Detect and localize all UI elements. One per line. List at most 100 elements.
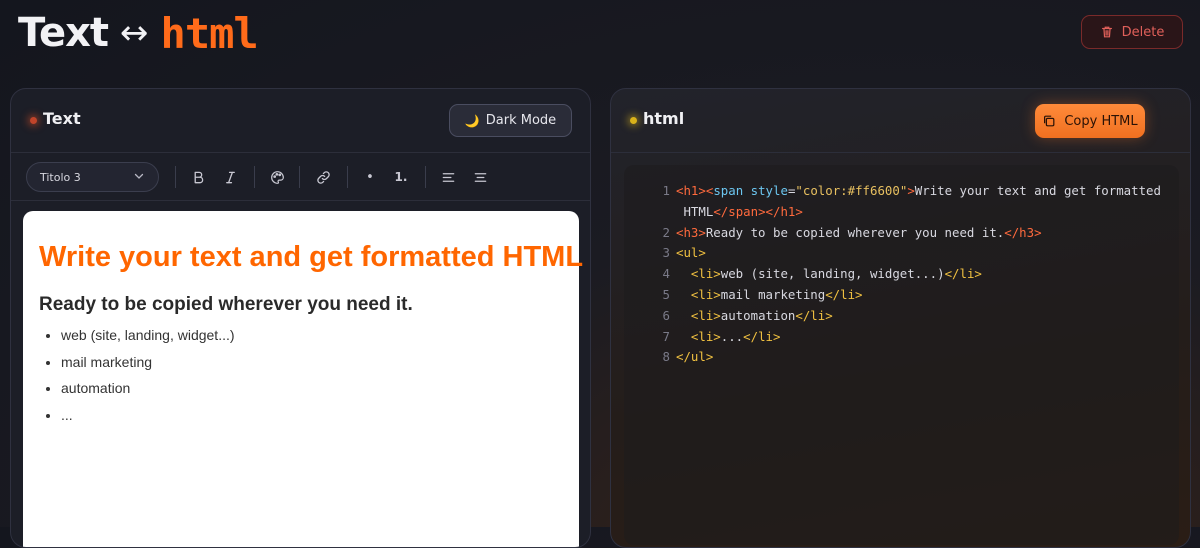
code-token: span [713,183,744,198]
code-content: <h3>Ready to be copied wherever you need… [676,225,1042,240]
code-token: HTML [676,203,714,219]
code-content: <li>...</li> [676,328,781,344]
code-content: <li>web (site, landing, widget...)</li> [676,266,982,281]
code-token: automation [720,307,796,323]
code-token: </li> [944,266,982,282]
code-token: Ready to be copied wherever you need it. [705,224,1005,240]
code-token: <h3> [676,224,706,240]
code-content: <li>mail marketing</li> [676,287,863,302]
code-content: <li>automation</li> [676,308,833,323]
code-token: </span> [713,203,766,219]
delete-label: Delete [1121,24,1165,40]
bullet-list-button[interactable]: • [360,167,380,187]
bold-button[interactable] [188,167,208,187]
list-item: mail marketing [61,353,235,380]
editor-list: web (site, landing, widget...) mail mark… [39,326,235,432]
code-token: </h3> [1004,224,1042,240]
code-token: </li> [743,328,781,344]
align-center-button[interactable] [470,167,490,187]
trash-icon [1101,26,1112,38]
code-token: "color:#ff6600" [795,183,908,198]
logo-text: Text [18,10,109,56]
code-content: <ul> [676,245,706,260]
app-logo: Text ↔ html [18,8,259,58]
align-left-button[interactable] [438,167,458,187]
toolbar-divider [425,166,426,188]
code-content: </ul> [676,349,713,364]
dark-mode-button[interactable]: 🌙 Dark Mode [449,104,572,137]
html-code-view[interactable]: 1 <h1><span style="color:#ff6600">Write y… [624,165,1179,545]
bold-icon [194,171,203,183]
logo-html: html [160,8,259,58]
list-item: automation [61,379,235,406]
text-panel: Text 🌙 Dark Mode Titolo 3 • 1. Write you… [10,88,591,548]
numbered-list-icon: 1. [394,170,408,184]
code-token: <ul> [676,245,706,261]
code-token: Write your text and get formatted [914,183,1161,198]
status-dot [630,117,637,124]
rich-text-editor[interactable]: Write your text and get formatted HTML R… [23,211,583,547]
code-token: mail marketing [720,287,826,302]
editor-heading-3: Ready to be copied wherever you need it. [39,294,413,315]
code-token: <li> [690,287,721,302]
toolbar-divider [299,166,300,188]
line-number: 7 [662,328,670,344]
code-content: <h1><span style="color:#ff6600">Write yo… [676,183,1161,198]
line-number: 3 [662,245,670,261]
code-token: <li> [690,328,721,344]
code-content: HTML</span></h1> [676,203,803,219]
code-token: > [907,183,915,198]
html-panel-title: html [643,109,685,128]
toolbar-divider [347,166,348,188]
italic-button[interactable] [220,167,240,187]
align-center-icon [474,172,486,182]
palette-icon [270,170,284,184]
delete-button[interactable]: Delete [1081,15,1183,49]
code-token: <h1> [676,183,706,198]
dark-mode-label: Dark Mode [485,113,557,128]
line-number: 5 [662,287,670,302]
copy-icon [1044,115,1055,127]
italic-icon [225,171,235,183]
code-token: </li> [795,307,833,323]
copy-html-label: Copy HTML [1064,113,1138,129]
html-panel-header: html Copy HTML [611,89,1190,153]
code-token: </li> [825,287,863,302]
copy-html-button[interactable]: Copy HTML [1035,104,1145,138]
editor-heading-1: Write your text and get formatted HTML [39,241,584,273]
link-icon [316,170,330,184]
html-panel: html Copy HTML 1 <h1><span style="color:#… [610,88,1191,548]
code-token: <li> [690,307,721,323]
code-token: web (site, landing, widget...) [720,266,945,282]
line-number: 6 [662,307,670,323]
line-number: 2 [662,224,670,240]
list-item: ... [61,406,235,433]
text-panel-header: Text 🌙 Dark Mode [11,89,590,153]
code-token: </h1> [765,203,803,219]
code-token: <li> [690,266,721,282]
list-item: web (site, landing, widget...) [61,326,235,353]
heading-select[interactable]: Titolo 3 [26,162,159,192]
chevron-down-icon [134,173,144,179]
toolbar-divider [254,166,255,188]
text-panel-title: Text [43,109,81,128]
line-number: 1 [662,183,670,198]
bullet-list-icon: • [366,169,374,185]
line-number: 8 [662,349,670,365]
moon-icon: 🌙 [464,113,480,128]
toolbar-divider [175,166,176,188]
status-dot [30,117,37,124]
text-color-button[interactable] [267,167,287,187]
line-number: 4 [662,266,670,282]
link-button[interactable] [313,167,333,187]
numbered-list-button[interactable]: 1. [391,167,411,187]
code-token: ... [720,328,744,344]
heading-select-value: Titolo 3 [40,170,81,184]
code-token: </ul> [676,349,714,365]
logo-arrow: ↔ [120,13,149,53]
